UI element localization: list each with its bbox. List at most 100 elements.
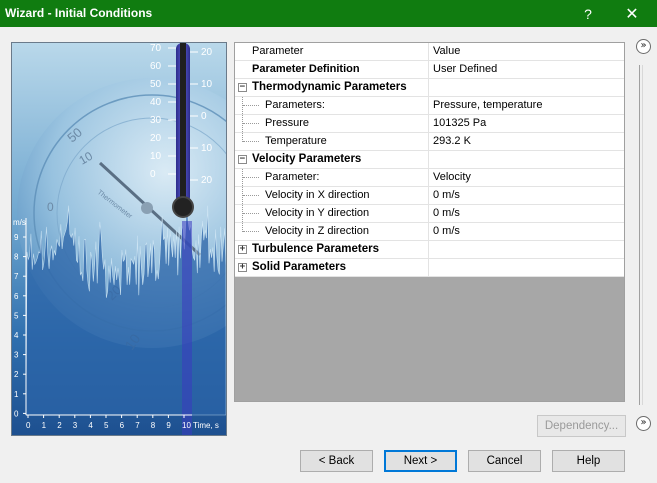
chart-x-tick: 1 — [42, 421, 47, 430]
thermometer-left-tick: 10 — [150, 151, 162, 162]
cancel-button[interactable]: Cancel — [468, 450, 541, 472]
chart-x-tick: 9 — [166, 421, 171, 430]
chart-x-tick: 10 — [182, 421, 191, 430]
grid-row-label: Parameters: — [235, 97, 429, 114]
chart-y-tick: 0 — [14, 409, 19, 418]
dependency-button[interactable]: Dependency... — [537, 415, 626, 437]
collapse-icon[interactable]: − — [238, 83, 247, 92]
grid-row-label-text: Velocity in X direction — [265, 189, 370, 201]
grid-row-label: Velocity in Y direction — [235, 205, 429, 222]
grid-row-label-text: Parameter: — [265, 171, 320, 183]
help-button[interactable]: Help — [552, 450, 625, 472]
wizard-illustration: 50 10 0 20 10 Thermometer 70605040302010… — [11, 42, 227, 436]
grid-row-label-text: Thermodynamic Parameters — [252, 81, 407, 93]
thermometer-bulb — [172, 196, 194, 218]
grid-row[interactable]: Velocity in Z direction 0 m/s — [235, 223, 624, 241]
grid-row-label-text: Solid Parameters — [252, 261, 346, 273]
chart-y-tick: 8 — [14, 253, 19, 262]
chart-x-tick: 2 — [57, 421, 62, 430]
chart-y-tick: 2 — [14, 370, 19, 379]
grid-row-value[interactable] — [429, 241, 624, 258]
close-icon[interactable]: ✕ — [612, 0, 652, 27]
grid-row-value[interactable] — [429, 79, 624, 96]
chart-y-tick: 9 — [14, 233, 19, 242]
grid-row-value[interactable] — [429, 259, 624, 276]
grid-row-label-text: Velocity in Z direction — [265, 225, 369, 237]
thermometer-right-tick: 20 — [201, 175, 213, 186]
grid-row-label: Parameter: — [235, 169, 429, 186]
collapse-icon[interactable]: − — [238, 155, 247, 164]
grid-row-label-text: Velocity in Y direction — [265, 207, 370, 219]
tree-connector — [242, 187, 260, 204]
grid-row-label: Parameter Definition — [235, 61, 429, 78]
chart-y-tick: 3 — [14, 351, 19, 360]
chart-x-unit: Time, s — [193, 421, 219, 430]
thermometer-left-tick: 40 — [150, 97, 162, 108]
chart-y-tick: 5 — [14, 311, 19, 320]
chart-x-tick: 7 — [135, 421, 140, 430]
expand-icon[interactable]: + — [238, 263, 247, 272]
grid-row-label-text: Turbulence Parameters — [252, 243, 379, 255]
grid-row[interactable]: Velocity in X direction 0 m/s — [235, 187, 624, 205]
grid-row-label-text: Velocity Parameters — [252, 153, 362, 165]
chart-y-tick: 4 — [14, 331, 19, 340]
grid-row[interactable]: Parameter: Velocity — [235, 169, 624, 187]
panel-splitter[interactable] — [639, 65, 643, 405]
thermometer-right-tick: 10 — [201, 79, 213, 90]
grid-row-label: Velocity in X direction — [235, 187, 429, 204]
grid-row-value[interactable]: Pressure, temperature — [429, 97, 624, 114]
grid-row-label: Velocity in Z direction — [235, 223, 429, 240]
expand-icon[interactable]: + — [238, 245, 247, 254]
collapse-panel-icon[interactable]: » — [636, 39, 651, 54]
grid-row[interactable]: Temperature 293.2 K — [235, 133, 624, 151]
grid-row-value[interactable]: 101325 Pa — [429, 115, 624, 132]
grid-row-value[interactable] — [429, 151, 624, 168]
grid-header-parameter: Parameter — [235, 43, 429, 60]
back-button[interactable]: < Back — [300, 450, 373, 472]
expand-panel-icon[interactable]: » — [636, 416, 651, 431]
chart-x-tick: 6 — [120, 421, 125, 430]
thermometer-right-tick: 20 — [201, 47, 213, 58]
grid-row[interactable]: Parameters: Pressure, temperature — [235, 97, 624, 115]
chart-y-tick: 6 — [14, 292, 19, 301]
gauge-hub — [141, 202, 153, 214]
grid-row-label: − Velocity Parameters — [235, 151, 429, 168]
help-icon[interactable]: ? — [568, 0, 608, 27]
grid-row-label-text: Pressure — [265, 117, 310, 129]
grid-row-value[interactable]: User Defined — [429, 61, 624, 78]
grid-row-value[interactable]: Velocity — [429, 169, 624, 186]
grid-row[interactable]: Pressure 101325 Pa — [235, 115, 624, 133]
dial-label: 0 — [47, 200, 54, 214]
chart-x-tick: 0 — [26, 421, 31, 430]
grid-row-value[interactable]: 293.2 K — [429, 133, 624, 150]
tree-connector — [242, 97, 260, 114]
grid-row-value[interactable]: 0 m/s — [429, 205, 624, 222]
thermometer-mercury — [180, 43, 186, 205]
parameter-grid: Parameter Value Parameter Definition User… — [234, 42, 625, 402]
grid-group-row[interactable]: + Turbulence Parameters — [235, 241, 624, 259]
grid-row-label: − Thermodynamic Parameters — [235, 79, 429, 96]
grid-row-label: Temperature — [235, 133, 429, 150]
grid-group-row[interactable]: − Thermodynamic Parameters — [235, 79, 624, 97]
grid-group-row[interactable]: + Solid Parameters — [235, 259, 624, 277]
grid-header-value: Value — [433, 45, 461, 57]
window-title: Wizard - Initial Conditions — [5, 6, 153, 20]
thermometer-left-tick: 70 — [150, 43, 162, 54]
thermometer-right-tick: 10 — [201, 143, 213, 154]
tree-connector — [242, 205, 260, 222]
chart-y-tick: 7 — [14, 272, 19, 281]
next-button[interactable]: Next > — [384, 450, 457, 472]
grid-row-value[interactable]: 0 m/s — [429, 223, 624, 240]
tree-connector — [242, 133, 260, 142]
grid-row-label-text: Temperature — [265, 135, 327, 147]
tree-connector — [242, 223, 260, 232]
grid-row[interactable]: Parameter Definition User Defined — [235, 61, 624, 79]
vertical-light-band — [182, 221, 192, 435]
grid-group-row[interactable]: − Velocity Parameters — [235, 151, 624, 169]
grid-row[interactable]: Velocity in Y direction 0 m/s — [235, 205, 624, 223]
chart-y-unit: m/s — [13, 218, 26, 227]
chart-y-tick: 1 — [14, 390, 19, 399]
grid-row-label: + Turbulence Parameters — [235, 241, 429, 258]
illustration-svg: 50 10 0 20 10 Thermometer 70605040302010… — [12, 43, 226, 435]
grid-row-value[interactable]: 0 m/s — [429, 187, 624, 204]
